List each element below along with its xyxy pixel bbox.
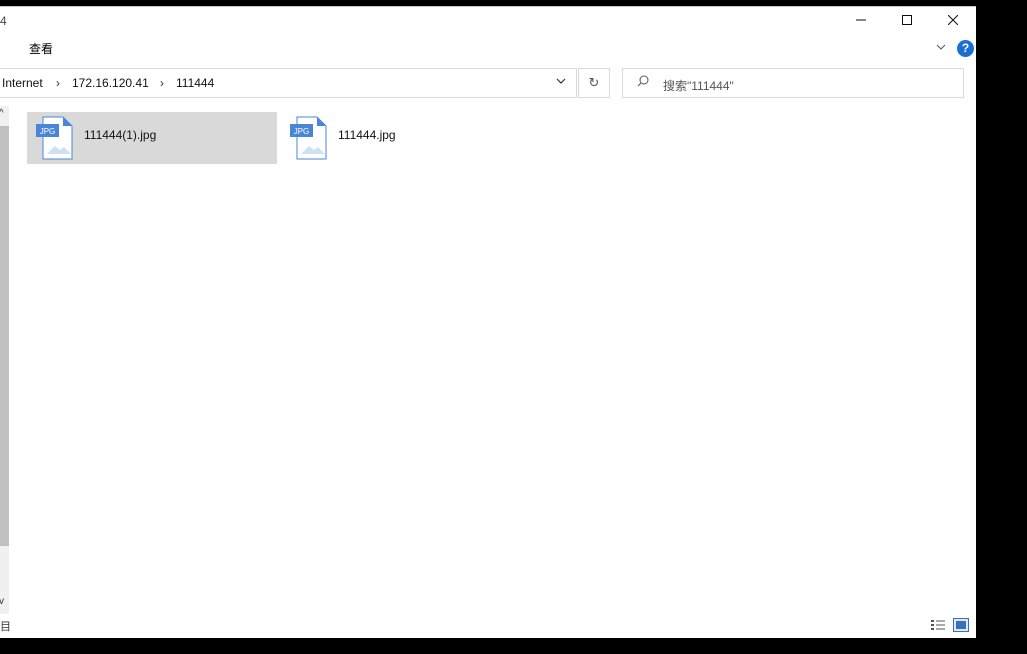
tab-view[interactable]: 查看 [29,40,53,57]
breadcrumb-separator-icon[interactable]: › [56,76,60,90]
scroll-down-icon[interactable]: v [0,596,4,607]
breadcrumb-internet[interactable]: Internet [2,76,43,90]
nav-pane-scrollbar[interactable]: ^ v [0,106,9,614]
jpg-file-icon: JPG [290,116,327,160]
minimize-icon [856,19,866,21]
jpg-file-icon: JPG [36,116,73,160]
breadcrumb-host[interactable]: 172.16.120.41 [72,76,149,90]
search-box[interactable]: 搜索"111444" [622,68,964,98]
close-button[interactable] [930,6,976,34]
explorer-window: 4 查看 ? Internet › 172.16.120.41 › 111444… [0,6,976,638]
file-name: 111444(1).jpg [84,128,157,142]
refresh-button[interactable]: ↻ [578,68,610,98]
close-icon [948,15,958,25]
maximize-button[interactable] [884,6,930,34]
scrollbar-thumb[interactable] [0,126,9,546]
refresh-icon: ↻ [588,75,600,90]
window-title: 4 [0,14,7,28]
maximize-icon [902,15,912,25]
ribbon-expand-icon[interactable] [936,42,948,54]
file-name: 111444.jpg [338,128,396,142]
help-button[interactable]: ? [957,40,974,57]
file-item[interactable]: JPG 111444(1).jpg [27,112,277,164]
breadcrumb-folder[interactable]: 111444 [176,76,214,90]
address-history-chevron-icon[interactable] [556,76,566,88]
minimize-button[interactable] [838,6,884,34]
details-view-icon[interactable] [930,618,946,632]
search-input[interactable]: 搜索"111444" [663,77,734,94]
large-icons-view-icon[interactable] [953,618,969,632]
file-item[interactable]: JPG 111444.jpg [281,112,531,164]
file-type-label: JPG [294,127,310,136]
status-bar-fragment: 目 [0,621,11,633]
file-type-label: JPG [40,127,56,136]
breadcrumb-separator-icon[interactable]: › [160,76,164,90]
search-icon [637,75,649,90]
scroll-up-icon[interactable]: ^ [0,108,4,119]
address-bar[interactable]: Internet › 172.16.120.41 › 111444 [0,68,577,98]
